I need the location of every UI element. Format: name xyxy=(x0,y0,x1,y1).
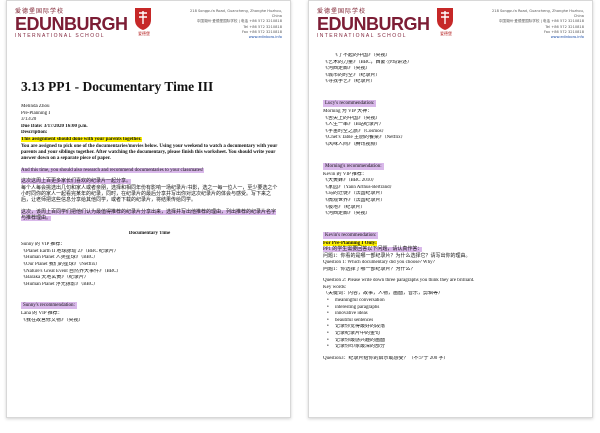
list-item: 《了不起的中国》（央视） xyxy=(333,53,391,58)
parents-highlight: This assignment should done with your pa… xyxy=(21,136,142,142)
bullet-item: meaningful conversation xyxy=(323,298,580,305)
list-item: 《河西走廊》（央视） xyxy=(323,211,371,217)
documentary-item: 《Our Planet 我们的星球》（Netflix） xyxy=(21,262,101,267)
documentary-item: 《Human Planet 人类星球》（BBC） xyxy=(21,255,99,261)
school-header: 爱德堡国际学校 EDUNBURGH INTERNATIONAL SCHOOL 爱… xyxy=(15,8,282,40)
description-body: You are assigned to pick one of the docu… xyxy=(21,143,278,162)
preplan-highlight: For Pre-Planning I Only: xyxy=(323,240,377,246)
list-item: Morning 为 VIP 大神： xyxy=(323,108,373,114)
bullet-item: 记录你最感兴趣的画面 xyxy=(323,338,580,345)
author-name: Melinda Zhou xyxy=(21,104,50,109)
bullet-item: 记录你觉得最好的段落 xyxy=(323,324,580,331)
cn-para1-highlight: 这次这周上百更多家长们喜欢的纪录片一起分享。 xyxy=(21,179,132,185)
recommend-item: 《我在故宫修文物》（央视） xyxy=(21,317,84,323)
assignment-body: 3.13 PP1 - Documentary Time III Melinda … xyxy=(21,77,278,325)
documentary-item: 《Nature's Great Event 自然界大事件》（BBC） xyxy=(21,268,122,274)
recommend-note: And this time, you should also research … xyxy=(21,167,204,173)
list-item: 《极地》（纪录片） xyxy=(323,204,366,210)
documentary-item: Sunny 的 VIP 推荐： xyxy=(21,242,66,248)
class-name: Pre-Planning I xyxy=(21,110,51,116)
school-address: 218 Songpu'a Road, Guancheng, Zhonghe Hu… xyxy=(492,9,584,40)
bullet-item: 记录纪录片中的金句 xyxy=(323,331,580,338)
list-item: 《风味人间》（腾讯视频） xyxy=(323,141,381,147)
crest-icon xyxy=(135,8,151,30)
question-1: Question 1: Which documentary did you ch… xyxy=(323,260,435,266)
list-item: 《人生一串》（B站纪录片） xyxy=(323,122,384,128)
documentary-item: 《Human Planet 浮光掠影》（BBC） xyxy=(21,281,99,287)
list-item: 《寻找手艺》（纪录片） xyxy=(323,79,376,85)
school-header: 爱德堡国际学校 EDUNBURGH INTERNATIONAL SCHOOL 爱… xyxy=(317,8,584,40)
document-page-left: 爱德堡国际学校 EDUNBURGH INTERNATIONAL SCHOOL 爱… xyxy=(6,0,291,418)
school-address: 218 Songpu'a Road, Guancheng, Zhonghe Hu… xyxy=(190,9,282,40)
lucy-recommendation-label: Lucy's recommendation: xyxy=(323,99,377,107)
assignment-title: 3.13 PP1 - Documentary Time III xyxy=(21,79,214,94)
documentary-item: 《Baraka 天地玄黄》（纪录片） xyxy=(21,275,89,281)
list-item: 《城市的时空》（纪录片） xyxy=(323,72,381,78)
due-date: Due Date: 3/17/2020 16:00 p.m. xyxy=(21,123,88,129)
list-item: 《微观世界》（法国纪录片） xyxy=(323,197,386,203)
kevin-recommendation-label: Kevin's recommendation: xyxy=(323,231,379,239)
cn-para2-highlight: 这次，该周上百同学们把他们认为最值得推荐的纪录片分享出来，选择并写出他推荐的理由… xyxy=(21,209,277,222)
list-item: 《大黄蜂》（BBC 2010） xyxy=(323,178,377,184)
cn-para1: 每个人每会挑选出几句和家人或者亲朋，选择和相同年份有影响一场纪录片/书影，选之一… xyxy=(21,185,278,204)
list-item: 《河西走廊》（央视） xyxy=(323,66,371,72)
cn-prompt-highlight: PP1 的学生需要回答以下问题，请认真作答： xyxy=(323,247,423,253)
list-item: Kevin 的 VIP 推荐： xyxy=(323,171,367,177)
bullet-item: beautiful sentences xyxy=(323,318,580,325)
bullet-item: interesting paragraphs xyxy=(323,305,580,312)
list-item: 《宇宙时空之旅》（Cosmos） xyxy=(323,128,387,134)
bullet-item: 记录你印象最深的部分 xyxy=(323,344,580,351)
school-logo: 爱德堡国际学校 EDUNBURGH INTERNATIONAL SCHOOL xyxy=(317,8,430,39)
question-1-cn: 问题1：你选择了哪一部纪录片？为什么？ xyxy=(323,266,416,272)
question-2: Question 2: Please write down three para… xyxy=(323,278,475,284)
list-item: 《家园》（Yann Arthus-Bertrand） xyxy=(323,184,395,190)
school-logo: 爱德堡国际学校 EDUNBURGH INTERNATIONAL SCHOOL xyxy=(15,8,128,39)
documentary-time-heading: Documentary Time xyxy=(128,230,171,236)
question-3: Question3：纪录片给你的启示或感受？（不少于 200 字） xyxy=(323,355,449,361)
recommend-item: Lana 的 VIP 推荐： xyxy=(21,311,63,317)
key-words-label: Key words: xyxy=(323,284,347,290)
assignment-date: 3/13/20 xyxy=(21,117,37,123)
bullet-item: innovative ideas xyxy=(323,311,580,318)
recommendations-body: 《了不起的中国》（央视） 《艺术的力量》（BBC，西蒙·沙玛讲述） 《河西走廊》… xyxy=(323,53,580,362)
description-label: Description: xyxy=(21,130,48,136)
documentary-item: 《Planet Earth II 地球脉动 2》（BBC 纪录片） xyxy=(21,248,119,254)
list-item: 《Chef's Table 主厨的餐桌》（Netflix） xyxy=(323,135,406,141)
list-item: 《艺术的力量》（BBC，西蒙·沙玛讲述） xyxy=(323,59,413,65)
list-item: 《鸟的迁徙》（法国纪录片） xyxy=(323,191,386,197)
key-words-cn: （关键词：内容，故事，人物，画面，音乐，剪辑等） xyxy=(323,291,444,297)
document-page-right: 爱德堡国际学校 EDUNBURGH INTERNATIONAL SCHOOL 爱… xyxy=(308,0,593,418)
list-item: 《舌尖上的中国》（央视） xyxy=(323,115,381,121)
crest-icon xyxy=(437,8,453,30)
morning-recommendation-label: Morning's recommendation: xyxy=(323,162,384,170)
sunny-recommendation-label: Sunny's recommendation: xyxy=(21,302,77,310)
